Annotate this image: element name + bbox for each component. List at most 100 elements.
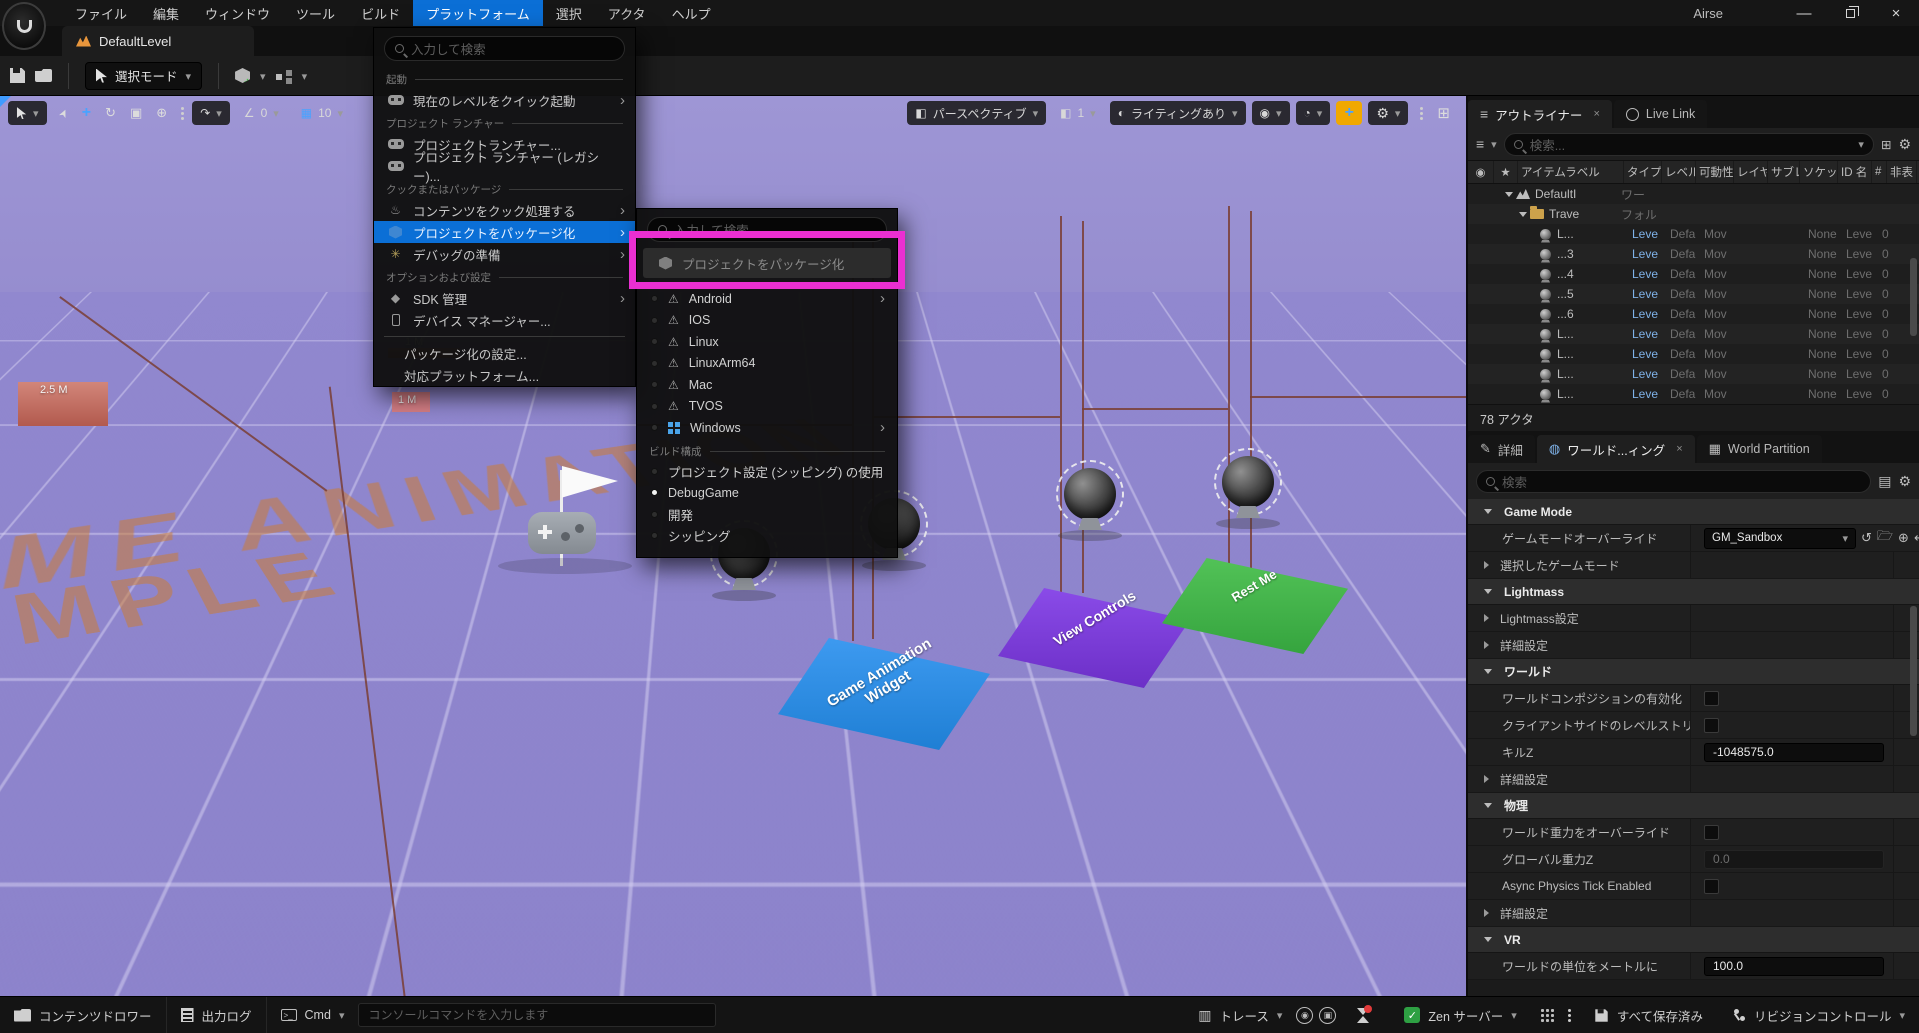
outliner-row-camera[interactable]: L...LeveDefaMovNoneLeve0 [1468, 324, 1919, 344]
row-type-link[interactable]: Leve [1632, 247, 1658, 261]
close-button[interactable]: × [1873, 0, 1919, 26]
surface-snap-dropdown[interactable] [192, 101, 230, 125]
outliner-row-camera[interactable]: ...5LeveDefaMovNoneLeve0 [1468, 284, 1919, 304]
outliner-row-camera[interactable]: ...4LeveDefaMovNoneLeve0 [1468, 264, 1919, 284]
tab-outliner[interactable]: アウトライナー × [1468, 100, 1612, 128]
grid-snap-dropdown[interactable]: 10 [293, 101, 351, 125]
col-num[interactable]: # [1872, 161, 1887, 183]
row-type-link[interactable]: Leve [1632, 227, 1658, 241]
filter-icon[interactable] [1476, 136, 1484, 152]
star-icon[interactable]: ★ [1500, 165, 1510, 179]
row-advanced-lightmass[interactable]: 詳細設定 [1468, 632, 1919, 659]
sphere-actor[interactable] [1222, 456, 1274, 508]
close-icon[interactable]: × [1676, 443, 1682, 455]
submenu-item-config-debuggame[interactable]: DebugGame [637, 482, 897, 504]
outliner-row-camera[interactable]: L...LeveDefaMovNoneLeve0 [1468, 384, 1919, 404]
expand-icon[interactable] [1484, 614, 1489, 622]
menu-item-package-project[interactable]: プロジェクトをパッケージ化 [374, 221, 635, 243]
viewport-settings-dropdown[interactable] [1368, 101, 1408, 125]
use-asset-icon[interactable]: ↺ [1861, 530, 1872, 546]
submenu-item-windows[interactable]: Windows [637, 417, 897, 439]
row-type-link[interactable]: Leve [1632, 327, 1658, 341]
submenu-item-android[interactable]: Android [637, 288, 897, 310]
restore-button[interactable] [1827, 0, 1873, 26]
angle-snap-dropdown[interactable]: 0 [236, 101, 287, 125]
menu-item-prepare-debug[interactable]: デバッグの準備 [374, 243, 635, 265]
col-type[interactable]: タイプ [1624, 161, 1662, 183]
scale-tool-icon[interactable] [124, 101, 148, 125]
minimize-button[interactable]: — [1781, 0, 1827, 26]
col-layer[interactable]: レイヤ [1734, 161, 1768, 183]
screen-percentage-dropdown[interactable]: 1 [1052, 101, 1104, 125]
submenu-item-tvos[interactable]: TVOS [637, 396, 897, 418]
revision-control-dropdown[interactable]: リビジョンコントロール [1718, 1006, 1919, 1025]
col-socket[interactable]: ソケット [1800, 161, 1838, 183]
section-lightmass[interactable]: Lightmass [1468, 579, 1919, 605]
tab-live-link[interactable]: Live Link [1614, 100, 1707, 128]
submenu-item-mac[interactable]: Mac [637, 374, 897, 396]
sphere-actor[interactable] [1064, 468, 1116, 520]
output-log-button[interactable]: 出力ログ [167, 997, 266, 1033]
gravity-override-checkbox[interactable] [1704, 825, 1719, 840]
outliner-search-input[interactable]: 検索... [1504, 133, 1874, 156]
row-type-link[interactable]: Leve [1632, 367, 1658, 381]
eye-icon[interactable] [1475, 165, 1485, 179]
view-mode-dropdown[interactable]: ライティングあり [1110, 101, 1246, 125]
menu-item-packaging-settings[interactable]: パッケージ化の設定... [374, 342, 635, 364]
platform-rest[interactable]: Rest Me [1162, 558, 1348, 654]
insights-icon[interactable] [1540, 1008, 1554, 1022]
col-hidden[interactable]: 非表 [1887, 161, 1917, 183]
tab-world-settings[interactable]: ◍ ワールド...ィング × [1537, 435, 1695, 463]
killz-input[interactable]: -1048575.0 [1704, 743, 1884, 762]
rotate-tool-icon[interactable] [99, 101, 122, 125]
level-tab[interactable]: DefaultLevel [62, 26, 254, 56]
editor-mode-dropdown[interactable]: 選択モード [85, 62, 202, 90]
col-mobility[interactable]: 可動性 [1696, 161, 1734, 183]
submenu-item-config-shipping[interactable]: シッピング [637, 525, 897, 547]
col-id-name[interactable]: ID 名 [1838, 161, 1872, 183]
menu-select[interactable]: 選択 [543, 0, 595, 26]
menu-item-quick-launch[interactable]: 現在のレベルをクイック起動 [374, 89, 635, 111]
row-type-link[interactable]: Leve [1632, 387, 1658, 401]
submenu-item-linuxarm64[interactable]: LinuxArm64 [637, 353, 897, 375]
reset-icon[interactable]: ↩ [1914, 530, 1919, 546]
more-options-icon[interactable] [1568, 1009, 1571, 1012]
display-mode-icon[interactable] [1878, 473, 1891, 490]
close-icon[interactable]: × [1593, 108, 1599, 120]
outliner-row-camera[interactable]: ...3LeveDefaMovNoneLeve0 [1468, 244, 1919, 264]
content-browser-icon[interactable] [35, 69, 52, 82]
snapshot-icon[interactable]: ▣ [1319, 1007, 1336, 1024]
col-level[interactable]: レベル [1662, 161, 1696, 183]
world-composition-checkbox[interactable] [1704, 691, 1719, 706]
browse-asset-icon[interactable]: 🗁 [1877, 527, 1893, 549]
outliner-row-camera[interactable]: L...LeveDefaMovNoneLeve0 [1468, 224, 1919, 244]
record-icon[interactable]: ◉ [1296, 1007, 1313, 1024]
submenu-item-config-project-settings[interactable]: プロジェクト設定 (シッピング) の使用 [637, 461, 897, 483]
menu-edit[interactable]: 編集 [140, 0, 192, 26]
unreal-logo[interactable] [2, 2, 46, 50]
quad-view-icon[interactable] [1431, 101, 1456, 125]
section-vr[interactable]: VR [1468, 927, 1919, 953]
global-gravity-input[interactable]: 0.0 [1704, 850, 1884, 869]
cursor-mode-dropdown[interactable] [8, 101, 47, 125]
client-streaming-checkbox[interactable] [1704, 718, 1719, 733]
menu-window[interactable]: ウィンドウ [192, 0, 283, 26]
submenu-item-package-project-disabled[interactable]: プロジェクトをパッケージ化 [643, 248, 891, 278]
save-icon[interactable] [10, 68, 25, 83]
more-options-icon[interactable] [181, 107, 184, 110]
world-space-icon[interactable] [150, 101, 173, 125]
viewport-more-icon[interactable] [1420, 107, 1423, 110]
content-drawer-button[interactable]: コンテンツドロワー [0, 997, 166, 1033]
tab-details[interactable]: ✎ 詳細 [1468, 435, 1535, 463]
submenu-item-ios[interactable]: IOS [637, 310, 897, 332]
menu-item-supported-platforms[interactable]: 対応プラットフォーム... [374, 364, 635, 386]
cmd-dropdown[interactable]: >_ Cmd [267, 997, 359, 1033]
outliner-row-folder[interactable]: Trave フォル [1468, 204, 1919, 224]
expand-icon[interactable] [1484, 641, 1489, 649]
menu-file[interactable]: ファイル [62, 0, 140, 26]
menu-platforms[interactable]: プラットフォーム [413, 0, 543, 26]
menu-tools[interactable]: ツール [283, 0, 348, 26]
blueprints-icon[interactable] [276, 70, 292, 82]
expand-icon[interactable] [1484, 909, 1489, 917]
row-type-link[interactable]: Leve [1632, 267, 1658, 281]
